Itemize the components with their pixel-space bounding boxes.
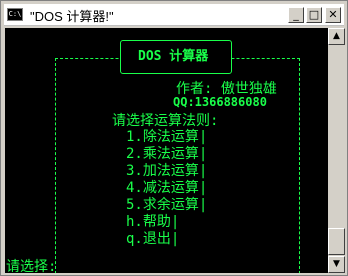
arrow-up-icon[interactable]: ▲: [328, 28, 345, 45]
scroll-thumb[interactable]: [328, 228, 345, 255]
arrow-down-icon[interactable]: ▼: [328, 256, 345, 273]
console-icon[interactable]: C:\: [7, 8, 23, 21]
title-bar[interactable]: C:\ "DOS 计算器!" _ □ ✕: [4, 4, 344, 26]
input-prompt: 请选择:: [6, 259, 57, 273]
minimize-button[interactable]: _: [288, 7, 304, 23]
window-title: "DOS 计算器!": [30, 9, 114, 24]
maximize-button[interactable]: □: [306, 7, 322, 23]
menu-item-quit: q.退出|: [126, 231, 180, 247]
qq-line: QQ:1366886080: [173, 95, 267, 109]
console-area[interactable]: DOS 计算器 作者: 傲世独雄 QQ:1366886080 请选择运算法则: …: [5, 28, 328, 273]
console-window: C:\ "DOS 计算器!" _ □ ✕ DOS 计算器 作者: 傲世独雄 QQ…: [0, 0, 348, 276]
vertical-scrollbar[interactable]: ▲ ▼: [328, 28, 345, 273]
app-header: DOS 计算器: [138, 49, 209, 64]
close-button[interactable]: ✕: [325, 7, 341, 23]
